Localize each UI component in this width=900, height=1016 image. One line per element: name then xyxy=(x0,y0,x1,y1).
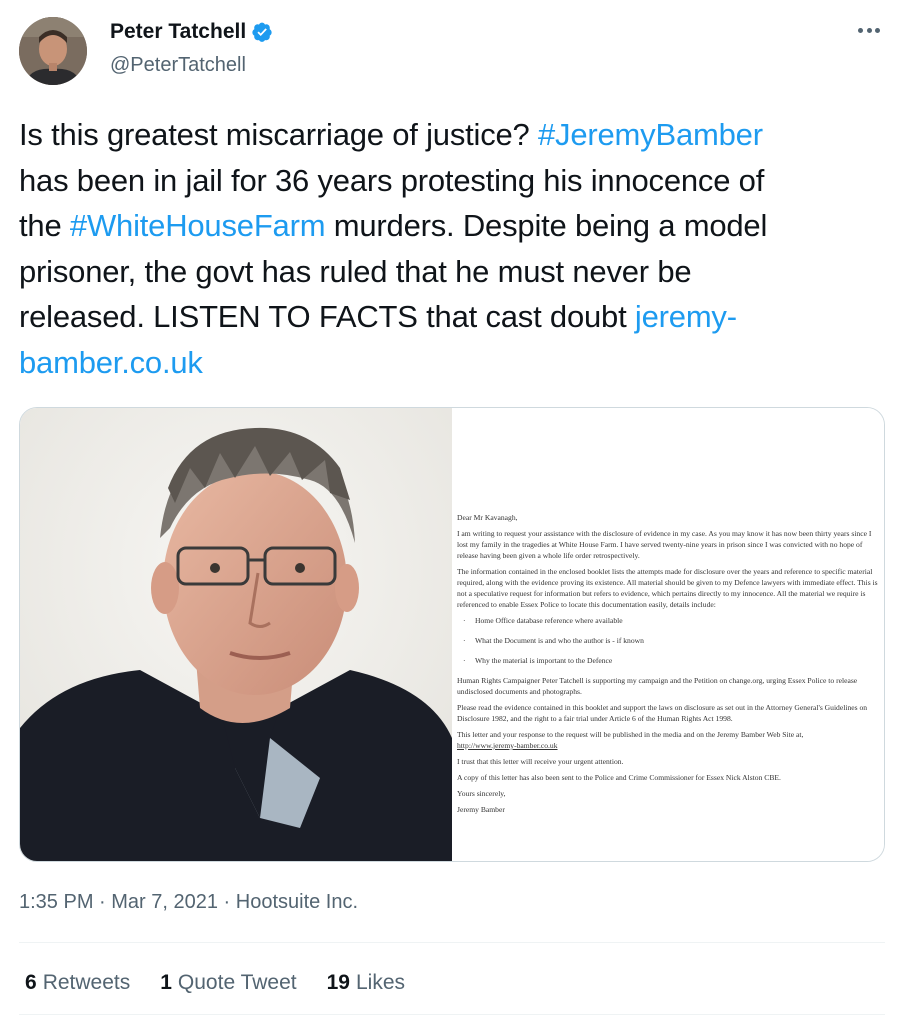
portrait-photo[interactable] xyxy=(20,408,452,861)
letter-bullet: What the Document is and who the author … xyxy=(457,635,883,646)
tweet-text: Is this greatest miscarriage of justice?… xyxy=(19,112,879,386)
letter-paragraph: Please read the evidence contained in th… xyxy=(457,703,868,723)
letter-website-link: http://www.jeremy-bamber.co.uk xyxy=(457,741,558,750)
tweet-line-1: Is this greatest miscarriage of justice?… xyxy=(19,112,879,158)
tweet-text-segment: released. LISTEN TO FACTS that cast doub… xyxy=(19,299,635,335)
retweets-stat[interactable]: 6 Retweets xyxy=(25,971,130,995)
more-options-icon[interactable] xyxy=(856,20,882,40)
letter-image[interactable]: Dear Mr Kavanagh, I am writing to reques… xyxy=(452,408,884,861)
media-card[interactable]: Dear Mr Kavanagh, I am writing to reques… xyxy=(19,407,885,862)
tweet-line-4: prisoner, the govt has ruled that he mus… xyxy=(19,253,692,289)
divider xyxy=(19,1014,885,1015)
external-link-part1[interactable]: jeremy- xyxy=(635,299,737,334)
hashtag-link-jeremybamber[interactable]: #JeremyBamber xyxy=(538,117,763,152)
letter-salutation: Dear Mr Kavanagh, xyxy=(457,513,518,522)
quote-tweets-label: Quote Tweet xyxy=(177,971,297,994)
tweet-line-2: has been in jail for 36 years protesting… xyxy=(19,162,765,198)
tweet-line-6: bamber.co.uk xyxy=(19,340,879,386)
letter-paragraph: I am writing to request your assistance … xyxy=(457,529,872,560)
likes-stat[interactable]: 19 Likes xyxy=(327,971,405,995)
tweet-text-segment: Is this greatest miscarriage of justice? xyxy=(19,117,539,152)
letter-paragraph: Human Rights Campaigner Peter Tatchell i… xyxy=(457,676,858,696)
verified-badge-icon xyxy=(251,21,273,43)
tweet: Peter Tatchell @PeterTatchell Is this gr… xyxy=(0,0,900,1016)
avatar[interactable] xyxy=(19,17,87,85)
tweet-text-segment: murders. Despite being a model xyxy=(325,208,768,244)
hashtag-link-whitehousefarm[interactable]: #WhiteHouseFarm xyxy=(70,208,326,243)
letter-paragraph: A copy of this letter has also been sent… xyxy=(457,773,781,782)
letter-text: Dear Mr Kavanagh, I am writing to reques… xyxy=(457,512,883,820)
letter-signature: Jeremy Bamber xyxy=(457,805,505,814)
letter-closing: Yours sincerely, xyxy=(457,789,506,798)
retweets-label: Retweets xyxy=(42,971,131,994)
tweet-line-5: released. LISTEN TO FACTS that cast doub… xyxy=(19,294,879,340)
author-name[interactable]: Peter Tatchell xyxy=(110,20,273,44)
likes-label: Likes xyxy=(355,971,406,994)
tweet-line-3: the #WhiteHouseFarm murders. Despite bei… xyxy=(19,203,879,249)
retweets-count: 6 xyxy=(25,971,37,994)
likes-count: 19 xyxy=(326,971,350,994)
quote-tweets-stat[interactable]: 1 Quote Tweet xyxy=(160,971,296,995)
letter-paragraph: The information contained in the enclose… xyxy=(457,567,878,609)
external-link-part2[interactable]: bamber.co.uk xyxy=(19,345,203,380)
quote-tweets-count: 1 xyxy=(160,971,172,994)
letter-bullet: Why the material is important to the Def… xyxy=(457,655,883,666)
timestamp[interactable]: 1:35 PM · Mar 7, 2021 · Hootsuite Inc. xyxy=(19,891,358,914)
author-handle[interactable]: @PeterTatchell xyxy=(110,54,246,77)
author-name-text[interactable]: Peter Tatchell xyxy=(110,20,246,44)
tweet-text-segment: the xyxy=(19,208,70,244)
letter-paragraph-text: This letter and your response to the req… xyxy=(457,730,804,739)
divider xyxy=(19,942,885,943)
letter-paragraph: I trust that this letter will receive yo… xyxy=(457,757,624,766)
letter-bullet: Home Office database reference where ava… xyxy=(457,615,883,626)
engagement-stats: 6 Retweets 1 Quote Tweet 19 Likes xyxy=(25,971,405,995)
letter-paragraph: This letter and your response to the req… xyxy=(457,729,883,751)
